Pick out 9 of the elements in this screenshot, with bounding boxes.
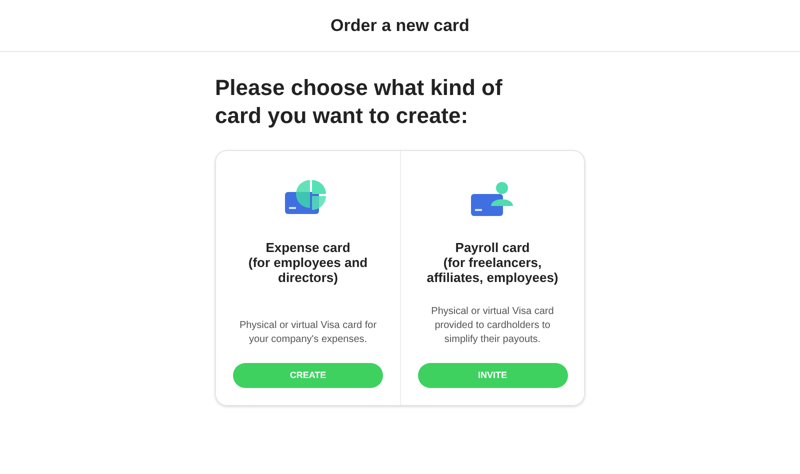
page-title: Order a new card (330, 14, 470, 37)
create-button[interactable]: CREATE (233, 363, 383, 388)
section-heading: Please choose what kind of card you want to create: (215, 74, 504, 130)
card-type-description: Physical or virtual Visa card for your company's expenses. (238, 319, 378, 347)
card-type-description: Physical or virtual Visa card provided to cardholders to simplify their payouts. (430, 305, 555, 347)
card-type-title: Expense card (for employees and directors) (248, 240, 368, 285)
card-type-title: Payroll card (for freelancers, affiliates, employees) (426, 240, 558, 285)
card-with-person-icon (470, 182, 514, 218)
invite-button[interactable]: INVITE (418, 363, 568, 388)
